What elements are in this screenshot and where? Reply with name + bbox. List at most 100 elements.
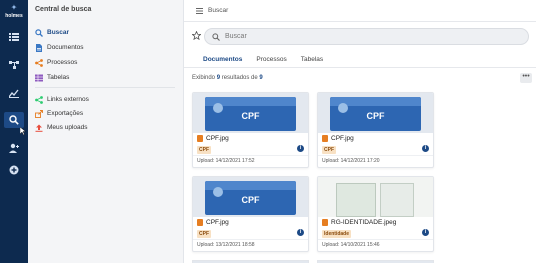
rail-add-button[interactable] [4,162,24,178]
main-content: Buscar Documentos Processos Tabelas Exib… [184,0,536,263]
search-icon [212,32,220,41]
logo-icon: ✦ [10,3,18,12]
tabs-divider [184,67,536,68]
file-name-text: CPF.jpg [206,135,229,142]
document-icon [36,43,42,52]
more-options-button[interactable]: ••• [520,73,532,83]
user-add-icon [9,143,19,153]
star-icon[interactable] [192,31,201,40]
search-center-nav: Central de busca Buscar Documentos Proce… [28,0,184,263]
card-divider [318,155,433,156]
search-icon [9,115,19,125]
file-name-text: CPF.jpg [206,219,229,226]
rail-users-button[interactable] [4,140,24,156]
document-card[interactable]: CPF CPF.jpg CPF i Upload: 14/12/2021 17:… [192,92,309,168]
nav-item-label: Buscar [47,29,70,36]
search-bar[interactable] [204,28,529,45]
document-thumbnail: CPF [193,93,308,133]
upload-date: Upload: 14/12/2021 17:52 [197,158,255,164]
result-tabs: Documentos Processos Tabelas [196,52,330,68]
document-card[interactable]: RG-IDENTIDADE.jpeg Identidade i Upload: … [317,176,434,252]
card-divider [318,239,433,240]
image-file-icon [322,219,328,226]
nav-item-label: Documentos [47,44,84,51]
file-name-text: RG-IDENTIDADE.jpeg [331,219,397,226]
document-tag: CPF [197,146,211,154]
nav-item-links-externos[interactable]: Links externos [35,94,89,105]
share-icon [35,58,43,67]
file-name[interactable]: CPF.jpg [197,219,229,226]
info-icon[interactable]: i [297,229,304,236]
thumbnail-text: CPF [241,195,260,205]
file-name[interactable]: CPF.jpg [322,135,354,142]
results-prefix: Exibindo [192,75,216,81]
mouse-cursor-icon [20,127,26,135]
search-input[interactable] [225,33,505,40]
image-file-icon [322,135,328,142]
id-page-right [380,183,414,217]
breadcrumb-current: Buscar [208,7,229,14]
tab-tabelas[interactable]: Tabelas [294,52,330,68]
image-file-icon [197,219,203,226]
header-divider [184,21,536,22]
nav-item-processos[interactable]: Processos [35,57,77,68]
tab-processos[interactable]: Processos [249,52,293,68]
info-icon[interactable]: i [422,145,429,152]
tab-documentos[interactable]: Documentos [196,52,250,68]
document-tag: Identidade [322,230,352,238]
app-rail: ✦ holmes [0,0,28,263]
nav-item-exportacoes[interactable]: Exportações [35,108,83,119]
breadcrumb: Buscar [196,7,228,14]
upload-icon [35,124,43,132]
results-count: Exibindo 9 resultados de 9 [192,75,263,81]
document-thumbnail [318,177,433,217]
card-divider [193,155,308,156]
table-icon [35,74,43,81]
thumbnail-text: CPF [241,111,260,121]
plus-circle-icon [9,165,19,175]
info-icon[interactable]: i [297,145,304,152]
nav-item-label: Processos [47,59,78,66]
hamburger-icon[interactable] [196,7,203,14]
results-middle: resultados de [221,75,258,81]
rail-menu-button[interactable] [4,29,24,45]
nav-item-documentos[interactable]: Documentos [35,42,84,53]
document-card[interactable]: CPF CPF.jpg CPF i Upload: 14/12/2021 17:… [317,92,434,168]
nav-item-label: Tabelas [47,74,70,81]
info-icon[interactable]: i [422,229,429,236]
rail-chart-button[interactable] [4,85,24,101]
chart-icon [9,89,19,98]
rail-workflow-button[interactable] [4,57,24,73]
card-divider [193,239,308,240]
id-page-left [336,183,376,217]
holmes-logo[interactable]: ✦ holmes [2,3,26,21]
document-card[interactable]: CPF CPF.jpg CPF i Upload: 13/12/2021 18:… [192,176,309,252]
thumbnail-text: CPF [366,111,385,121]
upload-date: Upload: 13/12/2021 18:58 [197,242,255,248]
logo-text: holmes [5,13,23,19]
document-tag: CPF [197,230,211,238]
nav-item-buscar[interactable]: Buscar [35,27,69,38]
upload-date: Upload: 14/10/2021 15:46 [322,242,380,248]
results-shown: 9 [216,75,221,81]
results-total: 9 [259,75,263,81]
nav-item-label: Links externos [47,96,89,103]
document-tag: CPF [322,146,336,154]
document-thumbnail: CPF [318,93,433,133]
rail-search-button[interactable] [4,112,24,128]
file-name[interactable]: RG-IDENTIDADE.jpeg [322,219,396,226]
file-name[interactable]: CPF.jpg [197,135,229,142]
document-thumbnail: CPF [193,177,308,217]
nav-item-tabelas[interactable]: Tabelas [35,72,69,83]
image-file-icon [197,135,203,142]
link-icon [35,95,43,104]
workflow-icon [9,61,19,69]
file-name-text: CPF.jpg [331,135,354,142]
nav-item-label: Exportações [47,110,84,117]
nav-title: Central de busca [35,6,92,13]
upload-date: Upload: 14/12/2021 17:20 [322,158,380,164]
nav-item-meus-uploads[interactable]: Meus uploads [35,122,87,133]
list-icon [9,33,19,41]
search-icon [35,28,43,37]
nav-item-label: Meus uploads [47,124,88,131]
